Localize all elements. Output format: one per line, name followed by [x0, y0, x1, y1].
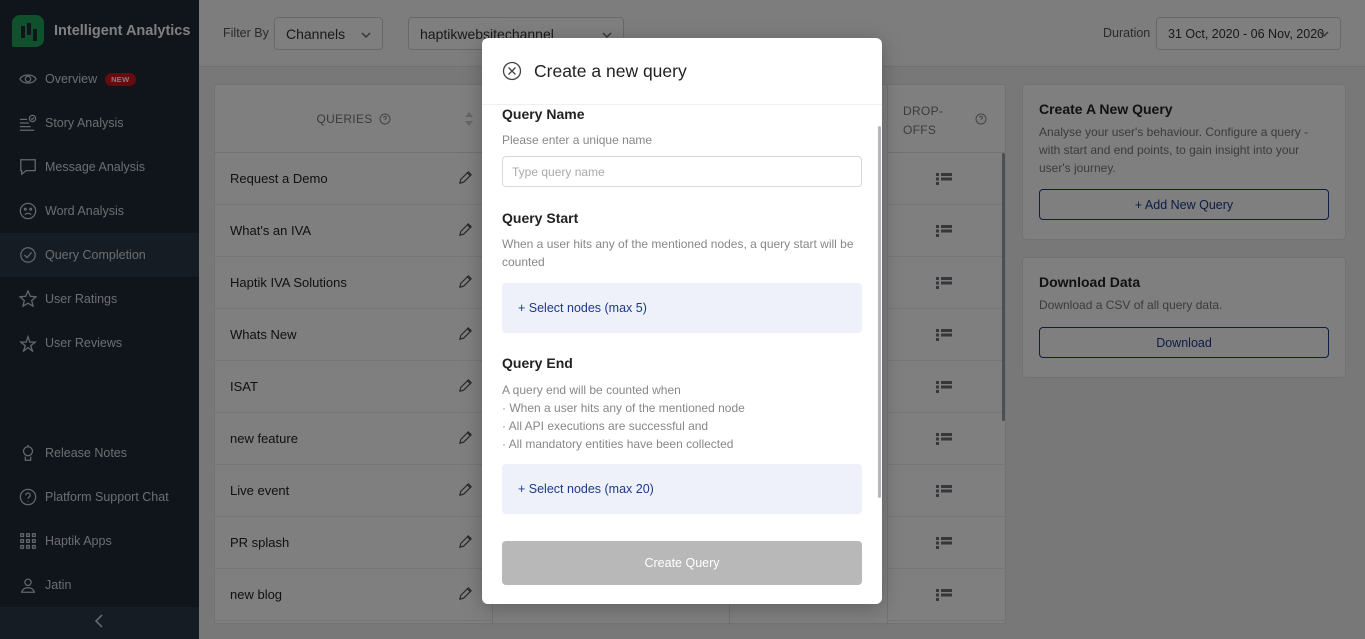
modal-body: Query Name Please enter a unique name Qu… — [502, 105, 862, 518]
query-end-point: · When a user hits any of the mentioned … — [502, 401, 745, 415]
query-start-title: Query Start — [502, 210, 579, 226]
modal-title: Create a new query — [534, 60, 687, 81]
query-end-title: Query End — [502, 355, 573, 371]
query-end-intro: A query end will be counted when — [502, 383, 681, 397]
modal-header: Create a new query — [482, 38, 882, 105]
select-end-nodes-button[interactable]: + Select nodes (max 20) — [502, 464, 862, 514]
modal-scrollbar[interactable] — [878, 126, 881, 498]
query-name-title: Query Name — [502, 106, 585, 122]
select-start-nodes-button[interactable]: + Select nodes (max 5) — [502, 283, 862, 333]
query-name-description: Please enter a unique name — [502, 133, 653, 147]
create-query-button[interactable]: Create Query — [502, 541, 862, 585]
close-icon[interactable] — [502, 61, 522, 81]
query-end-point: · All mandatory entities have been colle… — [502, 437, 734, 451]
query-name-input[interactable] — [502, 156, 862, 187]
query-start-description: When a user hits any of the mentioned no… — [502, 237, 854, 269]
query-end-point: · All API executions are successful and — [502, 419, 709, 433]
create-query-modal: Create a new query Query Name Please ent… — [482, 38, 882, 604]
query-end-description: A query end will be counted when · When … — [502, 381, 862, 453]
